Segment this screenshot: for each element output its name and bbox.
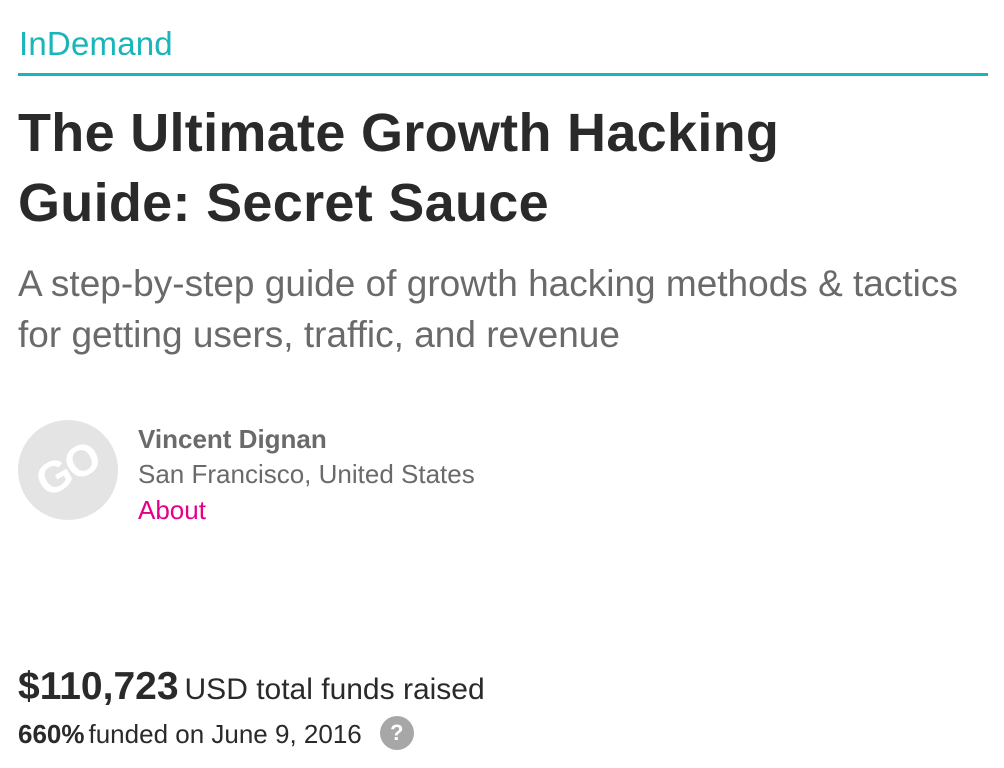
site-header: InDemand: [18, 24, 988, 76]
indemand-logo-link[interactable]: InDemand: [19, 24, 173, 64]
owner-avatar[interactable]: GO: [18, 420, 118, 520]
owner-about-link[interactable]: About: [138, 493, 206, 527]
campaign-owner: GO Vincent Dignan San Francisco, United …: [18, 420, 618, 530]
funds-label: USD total funds raised: [184, 673, 485, 706]
campaign-tagline: A step-by-step guide of growth hacking m…: [18, 263, 958, 355]
funded-status: 660% funded on June 9, 2016?: [18, 716, 414, 753]
funds-raised: $110,723 USD total funds raised: [18, 662, 485, 720]
avatar-go-logo: GO: [27, 432, 108, 507]
owner-name[interactable]: Vincent Dignan: [138, 422, 327, 456]
funded-date-text: funded on June 9, 2016: [88, 719, 362, 749]
question-circle-icon[interactable]: ?: [379, 716, 414, 751]
funded-percent: 660%: [18, 719, 85, 749]
owner-location: San Francisco, United States: [138, 459, 475, 489]
campaign-title: The Ultimate Growth Hacking Guide: Secre…: [18, 103, 780, 233]
funds-amount: $110,723: [18, 665, 179, 708]
